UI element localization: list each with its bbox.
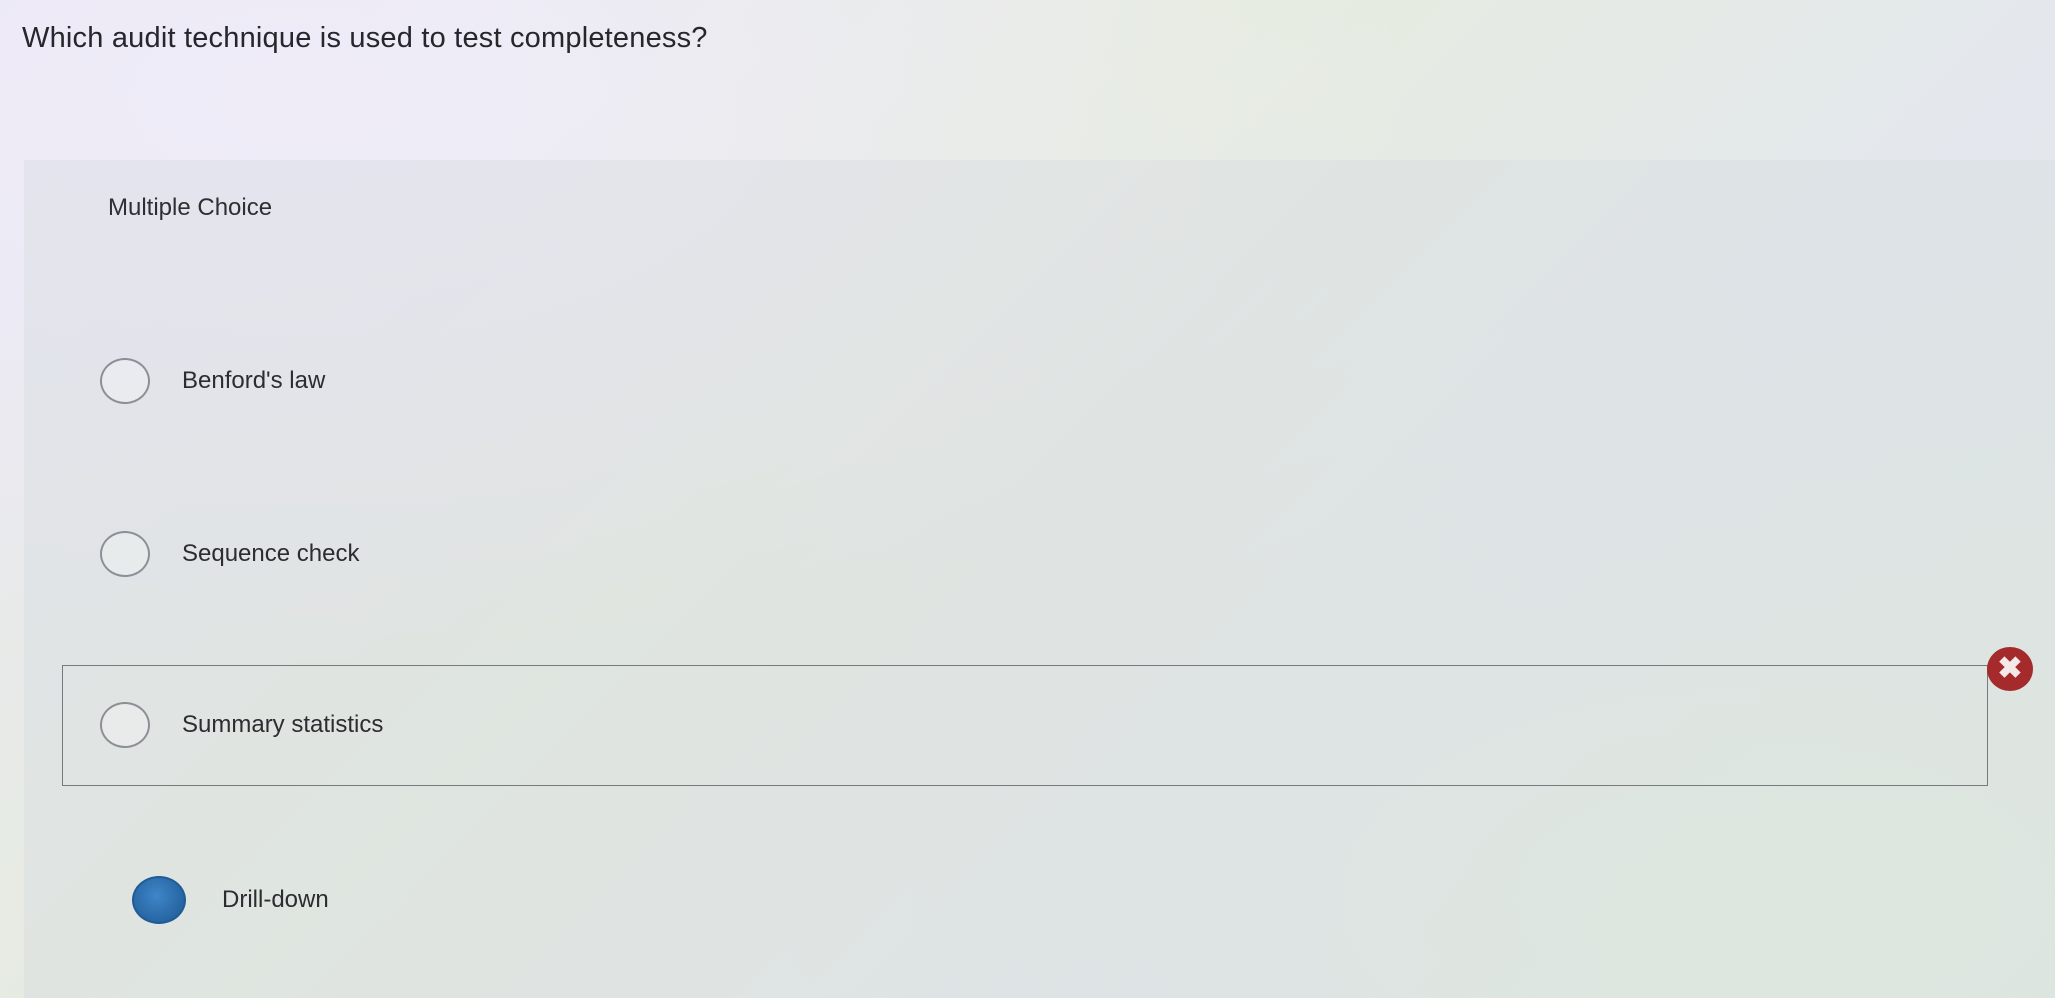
option-label: Sequence check [182,540,360,567]
option-sequence-check[interactable]: Sequence check [100,524,1300,584]
option-drill-down[interactable]: Drill-down [132,870,1332,930]
question-text: Which audit technique is used to test co… [22,22,708,54]
option-label: Benford's law [182,367,326,394]
radio-button-selected-icon[interactable] [132,876,186,924]
option-benfords-law[interactable]: Benford's law [100,351,1300,411]
selected-answer-frame [62,665,1988,786]
radio-button-icon[interactable] [100,531,150,577]
question-type-label: Multiple Choice [108,194,273,221]
option-label: Drill-down [222,886,329,913]
radio-button-icon[interactable] [100,358,150,404]
x-mark-icon: ✖ [1987,647,2033,691]
